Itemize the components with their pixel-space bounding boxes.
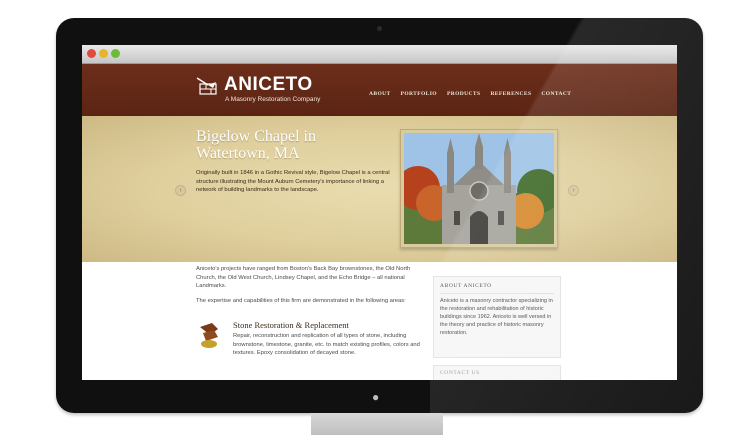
- browser-titlebar: [82, 45, 677, 64]
- logo-subtitle: A Masonry Restoration Company: [225, 96, 321, 103]
- divider: [440, 293, 554, 294]
- main-content: Aniceto's projects have ranged from Bost…: [82, 262, 677, 380]
- about-text: Aniceto is a masonry contractor speciali…: [440, 298, 553, 336]
- capabilities-paragraph: The expertise and capabilities of this f…: [196, 298, 406, 304]
- about-heading: ABOUT ANICETO: [440, 283, 492, 289]
- intro-paragraph: Aniceto's projects have ranged from Bost…: [196, 266, 411, 290]
- contact-sidebar-box: CONTACT US: [433, 365, 561, 380]
- monitor-stand: [311, 413, 443, 435]
- main-nav: ABOUT PORTFOLIO PRODUCTS REFERENCES CONT…: [369, 91, 571, 97]
- zoom-window-button[interactable]: [111, 49, 120, 58]
- nav-item-references[interactable]: REFERENCES: [490, 91, 531, 97]
- minimize-window-button[interactable]: [99, 49, 108, 58]
- service-description: Repair, reconstruction and replication o…: [233, 333, 420, 357]
- nav-item-portfolio[interactable]: PORTFOLIO: [401, 91, 437, 97]
- about-sidebar-box: ABOUT ANICETO Aniceto is a masonry contr…: [433, 276, 561, 358]
- browser-screen: ANICETO A Masonry Restoration Company AB…: [82, 45, 677, 380]
- stone-restoration-icon: [198, 321, 222, 349]
- nav-item-about[interactable]: ABOUT: [369, 91, 391, 97]
- nav-item-contact[interactable]: CONTACT: [541, 91, 571, 97]
- hero-description: Originally built in 1846 in a Gothic Rev…: [196, 170, 390, 194]
- service-title: Stone Restoration & Replacement: [233, 320, 349, 330]
- chapel-photo: [404, 133, 554, 244]
- apple-logo-icon: ●: [372, 390, 380, 404]
- hero-slider: Bigelow Chapel in Watertown, MA Original…: [82, 116, 677, 262]
- hero-title: Bigelow Chapel in Watertown, MA: [196, 128, 316, 162]
- hero-photo-frame: [400, 129, 558, 248]
- chevron-left-icon[interactable]: ‹: [175, 185, 186, 196]
- site-header: ANICETO A Masonry Restoration Company AB…: [82, 64, 677, 116]
- contact-heading: CONTACT US: [440, 370, 480, 376]
- trowel-logo-icon[interactable]: [196, 76, 222, 98]
- logo-title[interactable]: ANICETO: [224, 74, 313, 96]
- close-window-button[interactable]: [87, 49, 96, 58]
- webcam-icon: [377, 26, 382, 31]
- chevron-right-icon[interactable]: ›: [568, 185, 579, 196]
- nav-item-products[interactable]: PRODUCTS: [447, 91, 480, 97]
